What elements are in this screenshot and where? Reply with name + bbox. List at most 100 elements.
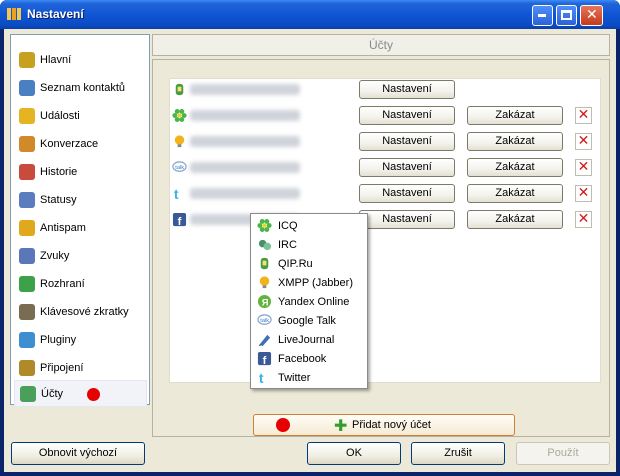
yandex-icon: Я [257,294,272,309]
menu-item[interactable]: Я Yandex Online [253,292,365,311]
accounts-panel: Nastavení Nastavení Zakázat ✕ Nastavení Zakáz… [152,59,610,437]
account-name-blurred [190,188,300,199]
account-name-blurred [190,110,300,121]
account-row: Nastavení Zakázat ✕ [170,132,602,152]
sidebar-item[interactable]: Statusy [14,186,147,213]
sidebar-item-label: Antispam [40,221,86,234]
sidebar-item[interactable]: Hlavní [14,46,147,73]
apply-button[interactable]: Použít [516,442,610,465]
keyboard-icon [19,303,35,320]
ok-button[interactable]: OK [307,442,401,465]
account-settings-button[interactable]: Nastavení [359,210,455,229]
menu-item[interactable]: IRC [253,235,365,254]
account-disable-button[interactable]: Zakázat [467,210,563,229]
add-account-menu: ICQ IRC QIP.Ru XMPP (Jabber) Я Yandex Online t… [250,213,368,389]
menu-item-label: ICQ [278,219,298,232]
accounts-list: Nastavení Nastavení Zakázat ✕ Nastavení Zakáz… [169,78,601,383]
sidebar-item[interactable]: Historie [14,158,147,185]
xmpp-icon [257,275,272,290]
record-indicator [87,388,100,401]
home-icon [19,51,35,68]
account-disable-button[interactable]: Zakázat [467,132,563,151]
title-bar[interactable]: Nastavení ✕ [0,0,620,29]
google-talk-icon: talk [257,313,272,328]
account-settings-button[interactable]: Nastavení [359,106,455,125]
sidebar-item[interactable]: Události [14,102,147,129]
plugin-icon [19,331,35,348]
delete-account-icon[interactable]: ✕ [575,159,592,176]
sidebar-item[interactable]: Antispam [14,214,147,241]
svg-text:f: f [263,355,267,366]
menu-item[interactable]: ICQ [253,216,365,235]
sidebar-item[interactable]: Konverzace [14,130,147,157]
sidebar-item[interactable]: Účty [14,380,147,407]
xmpp-icon [172,134,187,149]
account-settings-button[interactable]: Nastavení [359,132,455,151]
record-indicator [276,418,290,432]
add-account-label: Přidat nový účet [352,419,431,431]
menu-item-label: Google Talk [278,314,336,327]
qip-icon [172,82,187,97]
sidebar-item-label: Rozhraní [40,277,85,290]
sidebar-item[interactable]: Rozhraní [14,270,147,297]
sidebar-item[interactable]: Připojení [14,354,147,381]
account-row: t Nastavení Zakázat ✕ [170,184,602,204]
delete-account-icon[interactable]: ✕ [575,185,592,202]
menu-item[interactable]: XMPP (Jabber) [253,273,365,292]
menu-item[interactable]: t Twitter [253,368,365,387]
menu-item-label: QIP.Ru [278,257,313,270]
contacts-icon [19,79,35,96]
minimize-button[interactable] [532,5,553,26]
menu-item-label: Facebook [278,352,327,365]
svg-text:Я: Я [262,297,269,307]
events-icon [19,107,35,124]
account-settings-button[interactable]: Nastavení [359,158,455,177]
account-disable-button[interactable]: Zakázat [467,106,563,125]
google-talk-icon: talk [172,160,187,175]
account-settings-button[interactable]: Nastavení [359,80,455,99]
plus-icon: ✚ [334,416,348,435]
add-account-button[interactable]: ✚ Přidat nový účet [253,414,515,436]
sidebar-item[interactable]: Zvuky [14,242,147,269]
sidebar-item[interactable]: Pluginy [14,326,147,353]
account-settings-button[interactable]: Nastavení [359,184,455,203]
account-disable-button[interactable]: Zakázat [467,158,563,177]
maximize-button[interactable] [556,5,577,26]
reset-defaults-button[interactable]: Obnovit výchozí [11,442,145,465]
sidebar-item[interactable]: Klávesové zkratky [14,298,147,325]
account-row: Nastavení [170,80,602,100]
cancel-button[interactable]: Zrušit [411,442,505,465]
menu-item[interactable]: talk Google Talk [253,311,365,330]
delete-account-icon[interactable]: ✕ [575,107,592,124]
sidebar-item-label: Konverzace [40,137,99,150]
sidebar-item-label: Události [40,109,80,122]
twitter-icon: t [172,186,187,202]
livejournal-icon [257,332,272,347]
close-button[interactable]: ✕ [580,5,603,26]
status-icon [19,191,35,208]
menu-item-label: XMPP (Jabber) [278,276,353,289]
delete-account-icon[interactable]: ✕ [575,133,592,150]
close-icon: ✕ [586,7,598,23]
twitter-icon: t [257,370,272,386]
svg-text:talk: talk [260,318,269,324]
facebook-icon: f [172,212,187,228]
svg-text:f: f [178,216,182,227]
history-icon [19,163,35,180]
sidebar-item-label: Seznam kontaktů [40,81,125,94]
sidebar-item[interactable]: Seznam kontaktů [14,74,147,101]
account-name-blurred [190,136,300,147]
account-name-blurred [190,162,300,173]
sidebar-item-label: Účty [41,387,63,400]
account-row: f Nastavení Zakázat ✕ [170,210,602,230]
window-title: Nastavení [27,7,84,21]
menu-item[interactable]: LiveJournal [253,330,365,349]
menu-item[interactable]: f Facebook [253,349,365,368]
accounts-icon [20,385,36,402]
account-disable-button[interactable]: Zakázat [467,184,563,203]
sidebar: Hlavní Seznam kontaktů Události Konverzace H… [10,34,150,407]
delete-account-icon[interactable]: ✕ [575,211,592,228]
app-icon [7,8,21,20]
facebook-icon: f [257,351,272,367]
menu-item[interactable]: QIP.Ru [253,254,365,273]
